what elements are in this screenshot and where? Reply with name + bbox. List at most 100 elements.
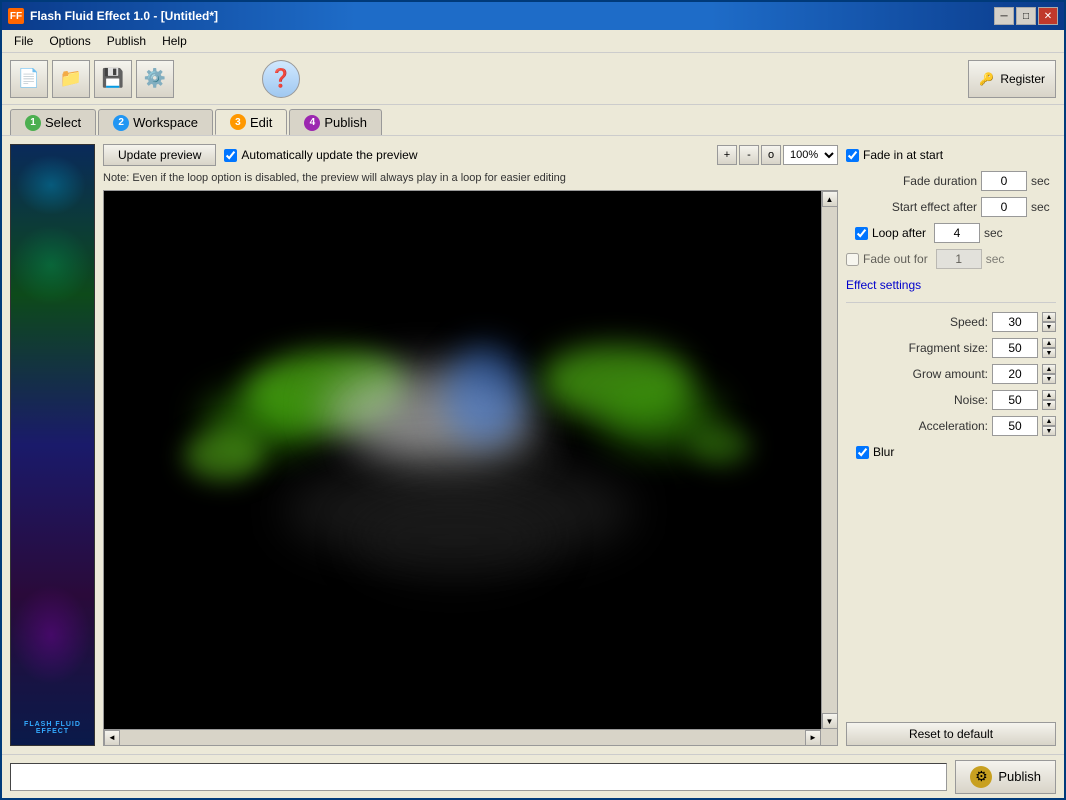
speed-row: Speed: ▲ ▼ — [846, 311, 1056, 333]
fade-duration-label: Fade duration — [846, 174, 977, 188]
zoom-fit-button[interactable]: o — [761, 145, 781, 165]
fade-out-unit: sec — [986, 252, 1011, 266]
scroll-down-button[interactable]: ▼ — [822, 713, 838, 729]
zoom-controls: + - o 50% 75% 100% 125% 150% — [717, 145, 838, 165]
fade-duration-input[interactable] — [981, 171, 1027, 191]
content-area: FLASH FLUID EFFECT Update preview Automa… — [2, 135, 1064, 754]
vertical-scrollbar: ▲ ▼ — [821, 191, 837, 729]
loop-after-row: Loop after sec — [846, 222, 1056, 244]
loop-after-checkbox[interactable] — [855, 227, 868, 240]
open-button[interactable]: 📁 — [52, 60, 90, 98]
horizontal-scrollbar: ◄ ► — [104, 729, 821, 745]
tab-edit[interactable]: 3 Edit — [215, 109, 287, 135]
reset-button[interactable]: Reset to default — [846, 722, 1056, 746]
loop-after-unit: sec — [984, 226, 1009, 240]
publish-button[interactable]: ⚙ Publish — [955, 760, 1056, 794]
speed-spinner: ▲ ▼ — [1042, 312, 1056, 332]
tab-edit-label: Edit — [250, 115, 272, 130]
speed-input[interactable] — [992, 312, 1038, 332]
fade-in-label[interactable]: Fade in at start — [846, 148, 1056, 162]
register-button[interactable]: 🔑 Register — [968, 60, 1056, 98]
fragment-down-button[interactable]: ▼ — [1042, 348, 1056, 358]
accel-spinner: ▲ ▼ — [1042, 416, 1056, 436]
blur-checkbox[interactable] — [856, 446, 869, 459]
scroll-track-h[interactable] — [120, 730, 805, 745]
scroll-up-button[interactable]: ▲ — [822, 191, 838, 207]
close-button[interactable]: ✕ — [1038, 7, 1058, 25]
accel-row: Acceleration: ▲ ▼ — [846, 415, 1056, 437]
tab-publish-label: Publish — [324, 115, 367, 130]
toolbar: 📄 📁 💾 ⚙️ ❓ 🔑 Register — [2, 53, 1064, 105]
main-panel: Update preview Automatically update the … — [103, 144, 838, 746]
publish-label: Publish — [998, 769, 1041, 784]
tab-num-3: 3 — [230, 114, 246, 130]
noise-down-button[interactable]: ▼ — [1042, 400, 1056, 410]
effect-settings-link[interactable]: Effect settings — [846, 278, 921, 292]
preview-controls: Update preview Automatically update the … — [103, 144, 838, 166]
accel-up-button[interactable]: ▲ — [1042, 416, 1056, 426]
publish-gear-icon: ⚙ — [970, 766, 992, 788]
zoom-select[interactable]: 50% 75% 100% 125% 150% — [783, 145, 838, 165]
grow-row: Grow amount: ▲ ▼ — [846, 363, 1056, 385]
scroll-track-v[interactable] — [822, 207, 837, 713]
tab-select[interactable]: 1 Select — [10, 109, 96, 135]
fade-out-input[interactable] — [936, 249, 982, 269]
bottom-bar: ⚙ Publish — [2, 754, 1064, 798]
zoom-out-button[interactable]: - — [739, 145, 759, 165]
grow-up-button[interactable]: ▲ — [1042, 364, 1056, 374]
help-button[interactable]: ❓ — [262, 60, 300, 98]
fragment-spinner: ▲ ▼ — [1042, 338, 1056, 358]
zoom-in-button[interactable]: + — [717, 145, 737, 165]
fade-duration-unit: sec — [1031, 174, 1056, 188]
settings-button[interactable]: ⚙️ — [136, 60, 174, 98]
auto-update-label[interactable]: Automatically update the preview — [224, 148, 417, 162]
auto-update-checkbox[interactable] — [224, 149, 237, 162]
save-button[interactable]: 💾 — [94, 60, 132, 98]
fade-out-checkbox[interactable] — [846, 253, 859, 266]
key-icon: 🔑 — [979, 72, 994, 86]
menu-options[interactable]: Options — [41, 32, 98, 50]
menu-file[interactable]: File — [6, 32, 41, 50]
accel-down-button[interactable]: ▼ — [1042, 426, 1056, 436]
start-effect-input[interactable] — [981, 197, 1027, 217]
loop-after-checkbox-label[interactable]: Loop after — [846, 226, 926, 240]
start-effect-row: Start effect after sec — [846, 196, 1056, 218]
menu-publish[interactable]: Publish — [99, 32, 154, 50]
minimize-button[interactable]: ─ — [994, 7, 1014, 25]
noise-up-button[interactable]: ▲ — [1042, 390, 1056, 400]
fragment-up-button[interactable]: ▲ — [1042, 338, 1056, 348]
fragment-row: Fragment size: ▲ ▼ — [846, 337, 1056, 359]
main-window: FF Flash Fluid Effect 1.0 - [Untitled*] … — [0, 0, 1066, 800]
grow-input[interactable] — [992, 364, 1038, 384]
fade-duration-row: Fade duration sec — [846, 170, 1056, 192]
register-label: Register — [1000, 72, 1045, 86]
maximize-button[interactable]: □ — [1016, 7, 1036, 25]
noise-label: Noise: — [846, 393, 988, 407]
fragment-input[interactable] — [992, 338, 1038, 358]
scroll-right-button[interactable]: ► — [805, 730, 821, 746]
start-effect-label: Start effect after — [846, 200, 977, 214]
menu-help[interactable]: Help — [154, 32, 195, 50]
loop-after-input[interactable] — [934, 223, 980, 243]
tabs-bar: 1 Select 2 Workspace 3 Edit 4 Publish — [2, 105, 1064, 135]
blur-label[interactable]: Blur — [856, 445, 894, 459]
tab-workspace[interactable]: 2 Workspace — [98, 109, 213, 135]
fade-in-checkbox[interactable] — [846, 149, 859, 162]
fade-out-checkbox-label[interactable]: Fade out for — [846, 252, 928, 266]
noise-row: Noise: ▲ ▼ — [846, 389, 1056, 411]
speed-down-button[interactable]: ▼ — [1042, 322, 1056, 332]
grow-label: Grow amount: — [846, 367, 988, 381]
fluid-effect — [104, 191, 821, 729]
update-preview-button[interactable]: Update preview — [103, 144, 216, 166]
window-title: Flash Fluid Effect 1.0 - [Untitled*] — [30, 9, 218, 23]
accel-input[interactable] — [992, 416, 1038, 436]
noise-input[interactable] — [992, 390, 1038, 410]
speed-up-button[interactable]: ▲ — [1042, 312, 1056, 322]
status-input[interactable] — [10, 763, 947, 791]
tab-publish[interactable]: 4 Publish — [289, 109, 382, 135]
new-button[interactable]: 📄 — [10, 60, 48, 98]
preview-wrapper: ▲ ▼ ◄ ► — [103, 190, 838, 746]
app-icon: FF — [8, 8, 24, 24]
scroll-left-button[interactable]: ◄ — [104, 730, 120, 746]
grow-down-button[interactable]: ▼ — [1042, 374, 1056, 384]
